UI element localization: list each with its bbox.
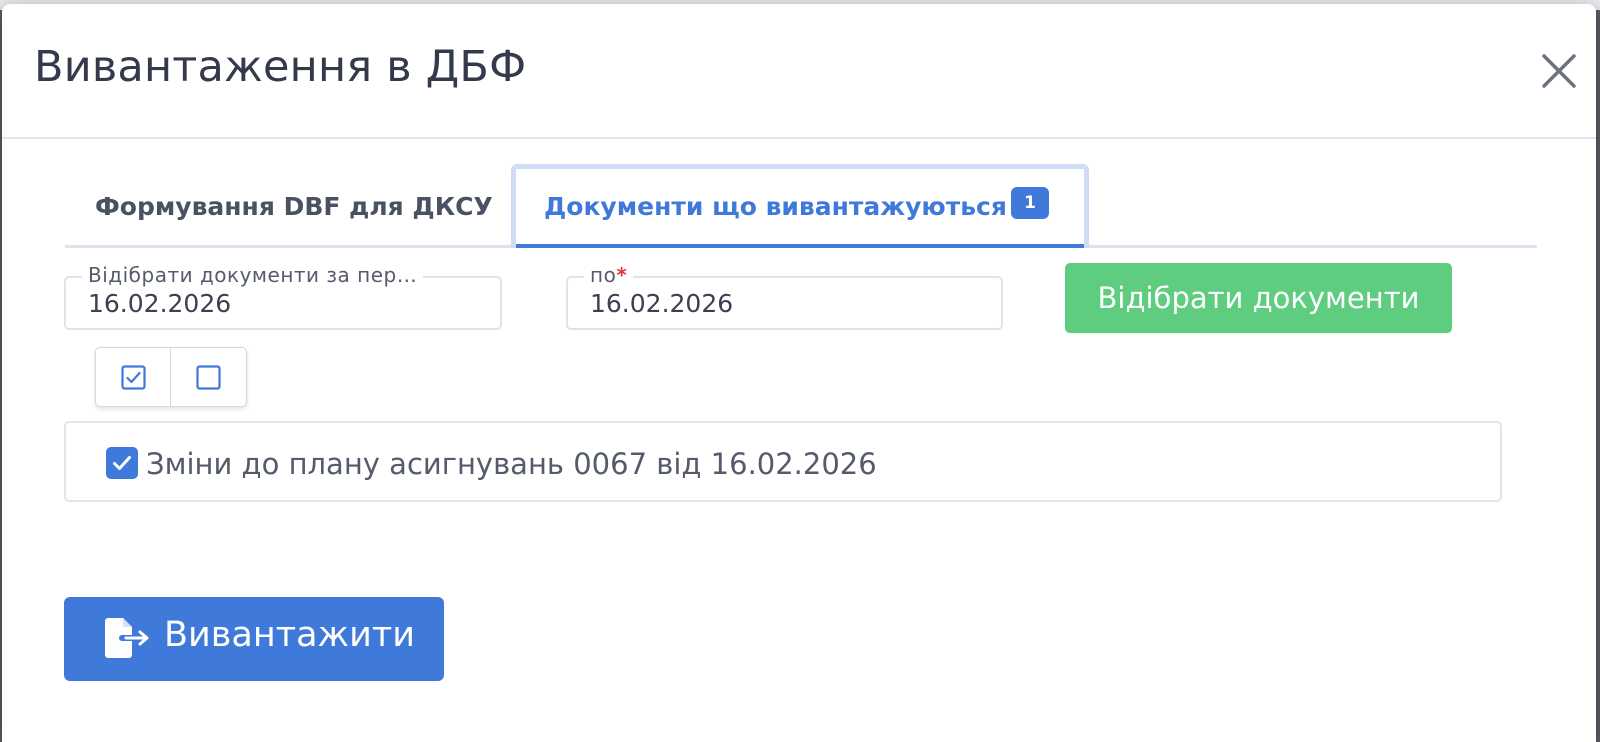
document-label: Зміни до плану асигнувань 0067 від 16.02… <box>146 447 877 481</box>
tab-exported-documents[interactable]: Документи що вивантажуються 1 <box>511 164 1089 248</box>
tab-label: Документи що вивантажуються <box>544 192 1007 221</box>
tab-label: Формування DBF для ДКСУ <box>95 192 493 221</box>
count-badge: 1 <box>1011 187 1049 219</box>
export-dbf-modal: Вивантаження в ДБФ Формування DBF для ДК… <box>2 4 1596 742</box>
date-to-label: по* <box>584 263 634 287</box>
selection-button-group <box>95 347 247 407</box>
modal-title: Вивантаження в ДБФ <box>34 42 527 92</box>
document-checkbox[interactable] <box>106 447 138 479</box>
date-from-input[interactable] <box>88 289 468 318</box>
checkbox-checked-icon <box>121 365 146 390</box>
filter-documents-button[interactable]: Відібрати документи <box>1065 263 1452 333</box>
close-icon <box>1542 54 1576 88</box>
date-to-input[interactable] <box>590 289 970 318</box>
date-to-field[interactable]: по* <box>566 263 1003 330</box>
modal-header: Вивантаження в ДБФ <box>2 4 1596 139</box>
date-from-field[interactable]: Відібрати документи за пер… <box>64 263 502 330</box>
file-export-icon <box>105 618 149 658</box>
checkmark-icon <box>113 456 131 470</box>
tab-dbf-generation[interactable]: Формування DBF для ДКСУ <box>95 164 515 248</box>
deselect-all-button[interactable] <box>171 348 245 406</box>
select-all-button[interactable] <box>96 348 171 406</box>
required-mark: * <box>616 263 628 287</box>
close-button[interactable] <box>1536 48 1582 94</box>
active-tab-indicator <box>516 244 1084 248</box>
export-label: Вивантажити <box>164 615 415 655</box>
export-button[interactable]: Вивантажити <box>64 597 444 681</box>
documents-list: Зміни до плану асигнувань 0067 від 16.02… <box>64 421 1502 502</box>
date-from-label: Відібрати документи за пер… <box>82 263 424 287</box>
tabs: Формування DBF для ДКСУ Документи що вив… <box>65 164 1537 248</box>
checkbox-empty-icon <box>196 365 221 390</box>
